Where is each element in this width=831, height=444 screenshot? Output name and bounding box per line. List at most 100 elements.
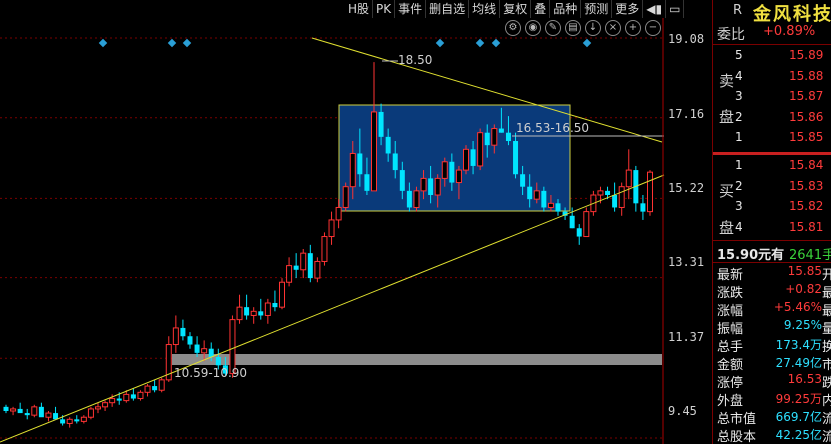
weibi-value: +0.89% xyxy=(763,24,816,39)
toolbar-pk[interactable]: PK xyxy=(373,0,396,18)
stat-value: 669.7亿 xyxy=(775,410,822,424)
stat-tail: 跌 xyxy=(822,372,831,391)
event-marker[interactable] xyxy=(582,38,592,48)
candle-body xyxy=(215,357,221,366)
event-marker[interactable] xyxy=(475,38,485,48)
y-axis-label: 11.37 xyxy=(668,330,705,344)
ask-level: 2 xyxy=(735,109,743,124)
candle-body xyxy=(378,111,384,137)
y-axis-label: 15.22 xyxy=(668,181,705,195)
event-marker[interactable] xyxy=(182,38,192,48)
settings-icon[interactable]: ⚙ xyxy=(505,20,521,36)
zoom-in-icon[interactable]: + xyxy=(625,20,641,36)
toolbar-variety[interactable]: 品种 xyxy=(550,0,582,18)
chart-tools: ⚙ ◉ ✎ ▤ ↓ × + − xyxy=(505,20,661,36)
candle-body xyxy=(87,408,94,418)
candle-body xyxy=(576,228,582,237)
toolbar-h-shares[interactable]: H股 xyxy=(345,0,374,18)
event-marker[interactable] xyxy=(435,38,445,48)
bid-row: 1 15.84 xyxy=(713,158,831,178)
stat-value: 16.53 xyxy=(787,372,822,386)
candle-body xyxy=(547,202,554,208)
candle-body xyxy=(541,190,547,208)
candle-body xyxy=(144,385,151,393)
stat-value: 42.25亿 xyxy=(775,428,822,442)
candle-body xyxy=(109,398,116,404)
candle-body xyxy=(272,303,278,308)
bid-level: 3 xyxy=(735,199,743,213)
candle-body xyxy=(597,190,604,196)
stat-row: 金额 27.49亿市 xyxy=(713,354,831,374)
candle-body xyxy=(80,416,87,422)
stat-label: 金额 xyxy=(717,358,744,373)
toolbar-forecast[interactable]: 预测 xyxy=(581,0,613,18)
bid-price: 15.84 xyxy=(789,158,824,172)
candle-body xyxy=(244,307,250,316)
stat-row: 涨跌 +0.82最 xyxy=(713,282,831,302)
candle-body xyxy=(300,252,307,271)
ask-price: 15.88 xyxy=(789,68,824,83)
candle-body xyxy=(477,132,484,167)
stat-row: 总市值 669.7亿流 xyxy=(713,408,831,428)
candle-body xyxy=(335,206,342,221)
ask-level: 5 xyxy=(735,48,743,62)
candle-body xyxy=(180,327,186,337)
toolbar-chart-icon[interactable]: ▭ xyxy=(666,0,685,18)
toolbar-remove-watchlist[interactable]: 删自选 xyxy=(426,0,470,18)
bid-price: 15.83 xyxy=(789,178,824,193)
toolbar-overlay[interactable]: 叠 xyxy=(531,0,551,18)
clipboard-icon[interactable]: ▤ xyxy=(565,20,581,36)
candle-body xyxy=(236,306,243,321)
candle-body xyxy=(455,169,462,184)
toolbar-arrow-icon[interactable]: ◀▮ xyxy=(643,0,667,18)
eye-icon[interactable]: ◉ xyxy=(525,20,541,36)
stat-value: 99.25万 xyxy=(775,392,822,406)
candle-body xyxy=(498,128,504,133)
y-axis-label: 17.16 xyxy=(668,107,705,121)
event-markers[interactable] xyxy=(98,38,592,48)
divider xyxy=(713,262,831,263)
event-marker[interactable] xyxy=(98,38,108,48)
download-icon[interactable]: ↓ xyxy=(585,20,601,36)
candlestick-chart[interactable]: 18.50 16.53-16.50 10.59-10.90 xyxy=(0,0,710,444)
candle-body xyxy=(172,327,179,346)
candle-body xyxy=(137,391,144,400)
stat-row: 振幅 9.25%量 xyxy=(713,318,831,338)
ask-level: 3 xyxy=(735,89,743,103)
stat-tail: 最 xyxy=(822,300,831,319)
zoom-out-icon[interactable]: − xyxy=(645,20,661,36)
stat-row: 总股本 42.25亿流 xyxy=(713,426,831,444)
candle-body xyxy=(258,311,264,316)
candle-body xyxy=(357,153,363,175)
candle-body xyxy=(434,177,441,196)
candle-body xyxy=(328,219,335,238)
candle-body xyxy=(413,190,420,208)
candle-body xyxy=(293,265,299,270)
candle-body xyxy=(533,190,540,200)
event-marker[interactable] xyxy=(491,38,501,48)
toolbar-adjust[interactable]: 复权 xyxy=(500,0,532,18)
candle-body xyxy=(201,348,208,354)
event-marker[interactable] xyxy=(167,38,177,48)
candle-body xyxy=(321,236,328,262)
candle-body xyxy=(513,141,519,175)
candle-body xyxy=(491,128,498,146)
candle-body xyxy=(625,169,632,188)
candle-body xyxy=(194,344,200,353)
candle-body xyxy=(31,406,38,416)
close-icon[interactable]: × xyxy=(605,20,621,36)
toolbar-moving-average[interactable]: 均线 xyxy=(469,0,501,18)
stat-tail: 市 xyxy=(822,354,831,373)
ask-row: 2 15.86 xyxy=(713,110,831,130)
stock-name: 金风科技 xyxy=(753,4,831,25)
candle-body xyxy=(605,190,611,196)
ask-level: 1 xyxy=(735,130,743,144)
candle-body xyxy=(279,281,285,308)
pencil-icon[interactable]: ✎ xyxy=(545,20,561,36)
stat-label: 振幅 xyxy=(717,322,744,337)
ask-row: 4 15.88 xyxy=(713,69,831,89)
candle-body xyxy=(130,394,136,399)
toolbar-more[interactable]: 更多 xyxy=(612,0,644,18)
toolbar-events[interactable]: 事件 xyxy=(395,0,427,18)
candle-body xyxy=(527,186,533,200)
